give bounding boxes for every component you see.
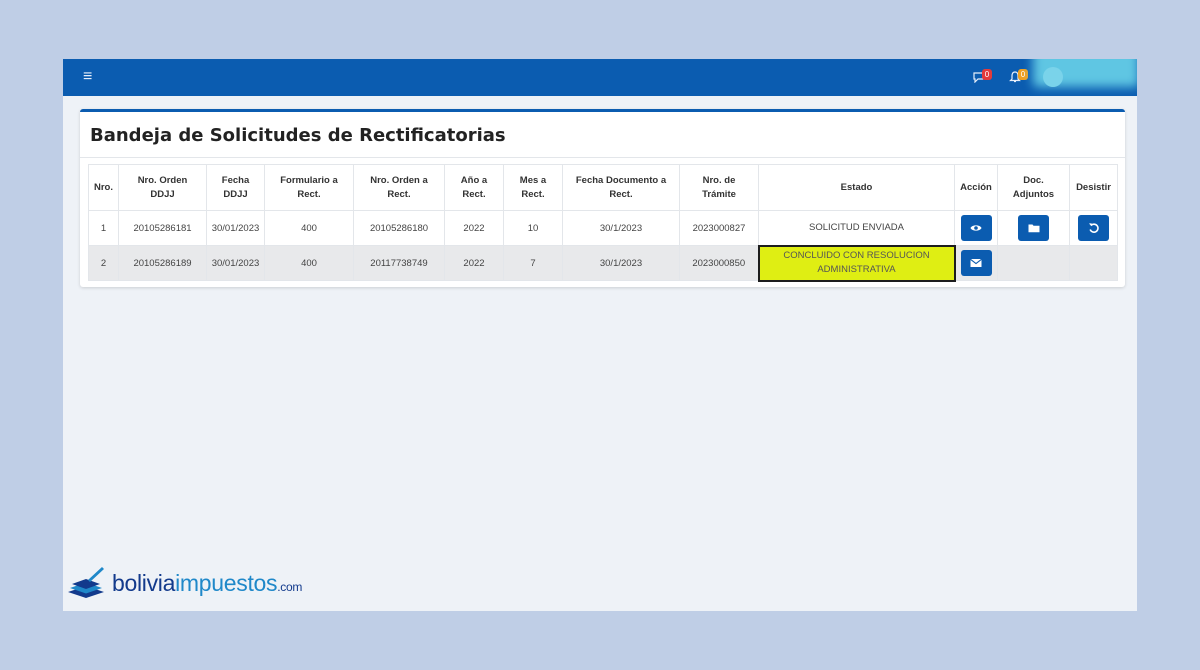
view-button[interactable] (960, 215, 992, 241)
cell-orden-ddjj: 20105286181 (118, 210, 207, 246)
cell-estado-highlighted: CONCLUIDO CON RESOLUCION ADMINISTRATIVA (757, 244, 956, 282)
cell-orden-ddjj: 20105286189 (118, 245, 207, 281)
messages-count-badge: 0 (982, 69, 992, 80)
alerts-notification[interactable]: 0 (1009, 69, 1031, 85)
col-estado: Estado (758, 164, 955, 211)
col-doc-adjuntos: Doc. Adjuntos (997, 164, 1070, 211)
undo-icon (1088, 223, 1099, 233)
folder-icon (1028, 224, 1039, 233)
app-window: ≡ 0 0 Bandeja de Solicitudes de Rectific… (63, 59, 1137, 611)
cell-fecha-doc: 30/1/2023 (562, 245, 680, 281)
col-nro: Nro. (88, 164, 119, 211)
cell-fecha-doc: 30/1/2023 (562, 210, 680, 246)
cell-accion (954, 245, 998, 281)
col-orden-ddjj: Nro. Orden DDJJ (118, 164, 207, 211)
title-divider (80, 157, 1125, 158)
cell-tramite: 2023000850 (679, 245, 759, 281)
cell-estado: SOLICITUD ENVIADA (758, 210, 955, 246)
cell-fecha-ddjj: 30/01/2023 (206, 245, 265, 281)
table-row: 1 20105286181 30/01/2023 400 20105286180… (88, 210, 1118, 246)
top-navbar: ≡ 0 0 (63, 59, 1137, 96)
col-accion: Acción (954, 164, 998, 211)
cell-desistir (1069, 210, 1118, 246)
avatar[interactable] (1043, 67, 1063, 87)
page-title: Bandeja de Solicitudes de Rectificatoria… (90, 125, 506, 146)
message-button[interactable] (960, 250, 992, 276)
cell-tramite: 2023000827 (679, 210, 759, 246)
col-fecha-ddjj: Fecha DDJJ (206, 164, 265, 211)
attachments-button[interactable] (1018, 215, 1049, 241)
messages-notification[interactable]: 0 (973, 69, 995, 85)
col-tramite: Nro. de Trámite (679, 164, 759, 211)
brand-watermark: boliviaimpuestos.com (66, 566, 326, 602)
brand-name: boliviaimpuestos.com (112, 570, 303, 596)
cell-anio: 2022 (444, 245, 504, 281)
col-anio: Año a Rect. (444, 164, 504, 211)
cell-nro: 1 (88, 210, 119, 246)
eye-icon (970, 225, 982, 231)
hamburger-icon[interactable]: ≡ (83, 67, 92, 87)
col-mes: Mes a Rect. (503, 164, 563, 211)
cell-mes: 10 (503, 210, 563, 246)
cell-orden-rect: 20105286180 (353, 210, 445, 246)
col-desistir: Desistir (1069, 164, 1118, 211)
cell-doc-adjuntos (997, 245, 1070, 281)
desist-button[interactable] (1078, 215, 1109, 241)
col-fecha-doc: Fecha Documento a Rect. (562, 164, 680, 211)
book-stack-logo-icon (68, 567, 104, 598)
col-formulario: Formulario a Rect. (264, 164, 354, 211)
col-orden-rect: Nro. Orden a Rect. (353, 164, 445, 211)
alerts-count-badge: 0 (1018, 69, 1028, 80)
cell-anio: 2022 (444, 210, 504, 246)
cell-accion (954, 210, 998, 246)
estado-line-1: CONCLUIDO CON RESOLUCION (783, 250, 930, 261)
table-row: 2 20105286189 30/01/2023 400 20117738749… (88, 244, 1118, 282)
cell-doc-adjuntos (997, 210, 1070, 246)
requests-card: Bandeja de Solicitudes de Rectificatoria… (80, 109, 1125, 287)
table-header-row: Nro. Nro. Orden DDJJ Fecha DDJJ Formulario… (88, 164, 1118, 211)
cell-formulario: 400 (264, 210, 354, 246)
cell-formulario: 400 (264, 245, 354, 281)
envelope-icon (970, 258, 983, 267)
cell-orden-rect: 20117738749 (353, 245, 445, 281)
cell-desistir (1069, 245, 1118, 281)
cell-fecha-ddjj: 30/01/2023 (206, 210, 265, 246)
cell-mes: 7 (503, 245, 563, 281)
estado-line-2: ADMINISTRATIVA (817, 264, 896, 275)
cell-nro: 2 (88, 245, 119, 281)
requests-table: Nro. Nro. Orden DDJJ Fecha DDJJ Formulario… (88, 164, 1118, 282)
